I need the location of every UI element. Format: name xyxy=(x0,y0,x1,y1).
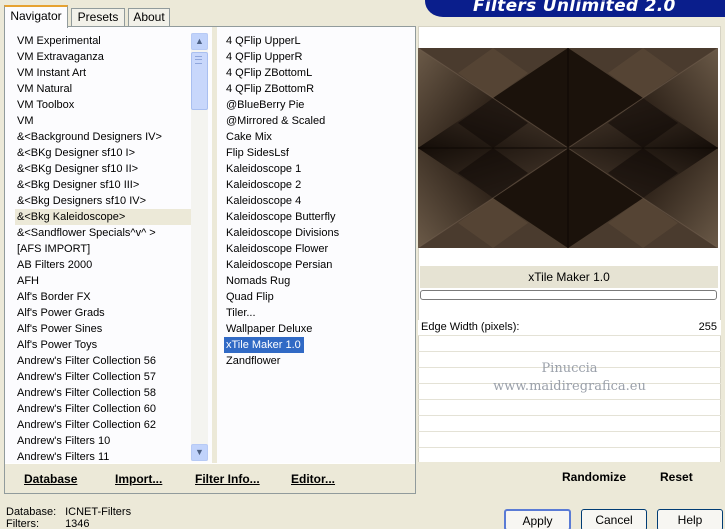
category-item[interactable]: Alf's Border FX xyxy=(15,289,193,305)
status-area: Database: ICNET-Filters Filters: 1346 xyxy=(6,506,131,529)
navigator-panel: VM Experimental VM Extravaganza VM Instant… xyxy=(4,26,416,494)
category-item[interactable]: Alf's Power Sines xyxy=(15,321,193,337)
filter-title: xTile Maker 1.0 xyxy=(420,266,718,288)
filter-item[interactable]: @Mirrored & Scaled xyxy=(224,113,412,129)
preview-toolbar: Randomize Reset xyxy=(418,462,721,494)
category-item[interactable]: &<BKg Designer sf10 I> xyxy=(15,145,193,161)
filters-count: 1346 xyxy=(65,518,90,529)
filter-item[interactable]: 4 QFlip ZBottomR xyxy=(224,81,412,97)
editor-button[interactable]: Editor... xyxy=(291,472,335,486)
filter-item[interactable]: 4 QFlip UpperL xyxy=(224,33,412,49)
watermark-url: www.maidiregrafica.eu xyxy=(493,379,646,394)
category-item[interactable]: VM Extravaganza xyxy=(15,49,193,65)
filter-item[interactable]: Zandflower xyxy=(224,353,412,369)
filter-list[interactable]: 4 QFlip UpperL 4 QFlip UpperR 4 QFlip ZBot… xyxy=(224,33,412,465)
category-item[interactable]: [AFS IMPORT] xyxy=(15,241,193,257)
database-button[interactable]: Database xyxy=(24,472,77,486)
category-item[interactable]: VM Experimental xyxy=(15,33,193,49)
column-divider xyxy=(212,27,217,463)
category-list[interactable]: VM Experimental VM Extravaganza VM Instant… xyxy=(15,33,193,465)
reset-button[interactable]: Reset xyxy=(660,470,693,484)
param-row-empty xyxy=(418,336,721,352)
category-scrollbar[interactable]: ▲ ▼ xyxy=(191,33,208,461)
category-item[interactable]: VM xyxy=(15,113,193,129)
filter-item[interactable]: Kaleidoscope Persian xyxy=(224,257,412,273)
filter-item[interactable]: Tiler... xyxy=(224,305,412,321)
category-item[interactable]: Alf's Power Toys xyxy=(15,337,193,353)
grip-icon xyxy=(195,56,202,64)
filter-item[interactable]: Kaleidoscope 4 xyxy=(224,193,412,209)
category-item[interactable]: AB Filters 2000 xyxy=(15,257,193,273)
param-row-edge-width[interactable]: Edge Width (pixels): 255 xyxy=(418,320,721,336)
filter-item[interactable]: 4 QFlip UpperR xyxy=(224,49,412,65)
scroll-up-button[interactable]: ▲ xyxy=(191,33,208,50)
filter-item[interactable]: Kaleidoscope Flower xyxy=(224,241,412,257)
filter-info-button[interactable]: Filter Info... xyxy=(195,472,260,486)
category-item[interactable]: &<BKg Designer sf10 II> xyxy=(15,161,193,177)
category-item[interactable]: &<Background Designers IV> xyxy=(15,129,193,145)
watermark: Pinuccia www.maidiregrafica.eu xyxy=(418,360,721,396)
filter-item[interactable]: Wallpaper Deluxe xyxy=(224,321,412,337)
filter-item[interactable]: xTile Maker 1.0 xyxy=(224,337,304,353)
filter-item[interactable]: Nomads Rug xyxy=(224,273,412,289)
category-item[interactable]: VM Toolbox xyxy=(15,97,193,113)
randomize-button[interactable]: Randomize xyxy=(562,470,626,484)
param-row-empty xyxy=(418,400,721,416)
filter-item[interactable]: Kaleidoscope 1 xyxy=(224,161,412,177)
database-key: Database: xyxy=(6,506,57,518)
cancel-button[interactable]: Cancel xyxy=(581,509,647,529)
category-item[interactable]: VM Natural xyxy=(15,81,193,97)
tab-navigator[interactable]: Navigator xyxy=(4,5,68,28)
category-item[interactable]: &<Bkg Designer sf10 III> xyxy=(15,177,193,193)
filter-preview-image xyxy=(418,48,718,248)
progress-bar xyxy=(420,290,717,300)
watermark-name: Pinuccia xyxy=(541,361,598,376)
filter-item[interactable]: 4 QFlip ZBottomL xyxy=(224,65,412,81)
navigator-toolbar: Database Import... Filter Info... Editor… xyxy=(5,463,415,493)
tab-presets[interactable]: Presets xyxy=(71,8,125,27)
filter-item[interactable]: Kaleidoscope 2 xyxy=(224,177,412,193)
filter-item[interactable]: Quad Flip xyxy=(224,289,412,305)
param-row-empty xyxy=(418,432,721,448)
app-title: Filters Unlimited 2.0 xyxy=(473,0,676,16)
filter-item[interactable]: @BlueBerry Pie xyxy=(224,97,412,113)
category-item[interactable]: &<Bkg Designers sf10 IV> xyxy=(15,193,193,209)
param-value: 255 xyxy=(698,321,717,333)
app-title-banner: Filters Unlimited 2.0 xyxy=(425,0,725,17)
filter-item[interactable]: Cake Mix xyxy=(224,129,412,145)
help-button[interactable]: Help xyxy=(657,509,723,529)
filter-item[interactable]: Kaleidoscope Butterfly xyxy=(224,209,412,225)
database-value: ICNET-Filters xyxy=(65,506,132,518)
category-item[interactable]: Andrew's Filter Collection 60 xyxy=(15,401,193,417)
apply-button[interactable]: Apply xyxy=(504,509,571,529)
category-item[interactable]: AFH xyxy=(15,273,193,289)
category-item[interactable]: Alf's Power Grads xyxy=(15,305,193,321)
category-item[interactable]: Andrew's Filter Collection 62 xyxy=(15,417,193,433)
category-item[interactable]: Andrew's Filter Collection 57 xyxy=(15,369,193,385)
param-label: Edge Width (pixels): xyxy=(421,321,520,333)
category-item[interactable]: Andrew's Filter Collection 58 xyxy=(15,385,193,401)
category-item[interactable]: Andrew's Filter Collection 56 xyxy=(15,353,193,369)
import-button[interactable]: Import... xyxy=(115,472,162,486)
category-item[interactable]: Andrew's Filters 10 xyxy=(15,433,193,449)
filters-key: Filters: xyxy=(6,518,39,529)
tab-about[interactable]: About xyxy=(128,8,170,27)
category-item[interactable]: &<Bkg Kaleidoscope> xyxy=(15,209,193,225)
category-item[interactable]: &<Sandflower Specials^v^ > xyxy=(15,225,193,241)
filter-item[interactable]: Kaleidoscope Divisions xyxy=(224,225,412,241)
filter-item[interactable]: Flip SidesLsf xyxy=(224,145,412,161)
category-item[interactable]: VM Instant Art xyxy=(15,65,193,81)
param-row-empty xyxy=(418,416,721,432)
scroll-down-button[interactable]: ▼ xyxy=(191,444,208,461)
